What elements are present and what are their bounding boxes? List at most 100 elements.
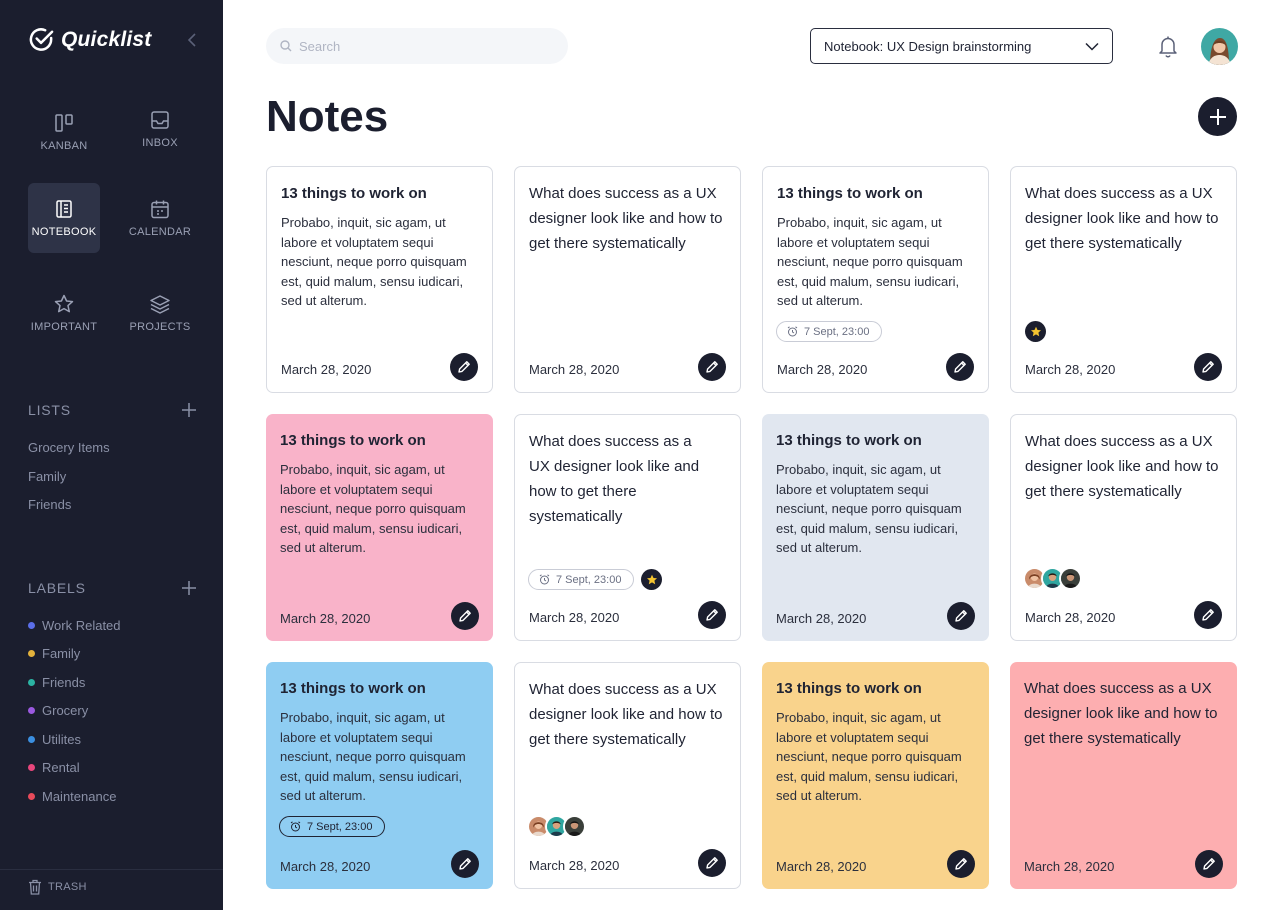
edit-note-button[interactable] xyxy=(1195,850,1223,878)
notebook-icon xyxy=(56,200,72,218)
note-body: Probabo, inquit, sic agam, ut labore et … xyxy=(280,710,466,803)
pencil-icon xyxy=(459,858,471,870)
note-card[interactable]: What does success as a UX designer look … xyxy=(1010,414,1237,641)
important-star-icon[interactable] xyxy=(641,569,662,590)
note-card[interactable]: 13 things to work on Probabo, inquit, si… xyxy=(762,414,989,641)
list-item-grocery-items[interactable]: Grocery Items xyxy=(28,440,110,455)
label-color-dot xyxy=(28,707,35,714)
calendar-icon xyxy=(151,200,169,219)
label-color-dot xyxy=(28,650,35,657)
note-date: March 28, 2020 xyxy=(1025,610,1116,625)
labels-title: LABELS xyxy=(28,580,86,596)
note-card[interactable]: What does success as a UX designer look … xyxy=(1010,662,1237,889)
important-star-icon[interactable] xyxy=(1025,321,1046,342)
note-date: March 28, 2020 xyxy=(1024,859,1115,874)
reminder-chip[interactable]: 7 Sept, 23:00 xyxy=(279,816,386,837)
collaborators[interactable] xyxy=(527,815,586,838)
edit-note-button[interactable] xyxy=(698,849,726,877)
note-body: Probabo, inquit, sic agam, ut labore et … xyxy=(776,710,962,803)
nav-projects[interactable]: PROJECTS xyxy=(124,278,196,348)
label-item-grocery[interactable]: Grocery xyxy=(28,703,88,718)
label-item-maintenance[interactable]: Maintenance xyxy=(28,789,116,804)
notebook-select[interactable]: Notebook: UX Design brainstorming xyxy=(810,28,1113,64)
edit-note-button[interactable] xyxy=(1194,353,1222,381)
note-body: Probabo, inquit, sic agam, ut labore et … xyxy=(280,462,466,555)
note-date: March 28, 2020 xyxy=(529,362,620,377)
note-title: 13 things to work on xyxy=(280,680,426,697)
label-item-utilites[interactable]: Utilites xyxy=(28,732,81,747)
add-label-icon[interactable] xyxy=(180,579,198,597)
note-card[interactable]: 13 things to work on Probabo, inquit, si… xyxy=(266,166,493,393)
label-name: Friends xyxy=(42,675,86,690)
note-question: What does success as a UX designer look … xyxy=(529,681,723,748)
label-name: Family xyxy=(42,646,81,661)
note-card[interactable]: What does success as a UX designer look … xyxy=(514,166,741,393)
reminder-chip[interactable]: 7 Sept, 23:00 xyxy=(776,321,883,342)
reminder-text: 7 Sept, 23:00 xyxy=(556,573,622,586)
chevron-down-icon xyxy=(1085,42,1099,51)
nav-kanban[interactable]: KANBAN xyxy=(28,97,100,167)
edit-note-button[interactable] xyxy=(946,353,974,381)
notifications-bell-icon[interactable] xyxy=(1157,34,1179,58)
edit-note-button[interactable] xyxy=(1194,601,1222,629)
label-item-family[interactable]: Family xyxy=(28,646,80,661)
list-item-friends[interactable]: Friends xyxy=(28,497,71,512)
nav-inbox[interactable]: INBOX xyxy=(124,94,196,164)
pencil-icon xyxy=(459,610,471,622)
nav-notebook[interactable]: NOTEBOOK xyxy=(28,183,100,253)
app-logo[interactable]: Quicklist xyxy=(28,26,152,53)
note-question: What does success as a UX designer look … xyxy=(1025,433,1219,500)
note-date: March 28, 2020 xyxy=(1025,362,1116,377)
reminder-chip[interactable]: 7 Sept, 23:00 xyxy=(528,569,635,590)
edit-note-button[interactable] xyxy=(450,353,478,381)
add-note-button[interactable] xyxy=(1198,97,1237,136)
label-name: Rental xyxy=(42,760,80,775)
note-card[interactable]: What does success as a UX designer look … xyxy=(514,414,741,641)
note-card[interactable]: What does success as a UX designer look … xyxy=(1010,166,1237,393)
divider xyxy=(0,869,223,870)
label-item-rental[interactable]: Rental xyxy=(28,760,80,775)
page-title: Notes xyxy=(266,92,389,141)
layers-icon xyxy=(150,295,170,314)
notebook-select-value: Notebook: UX Design brainstorming xyxy=(824,38,1032,54)
add-list-icon[interactable] xyxy=(180,401,198,419)
note-card[interactable]: 13 things to work on Probabo, inquit, si… xyxy=(762,166,989,393)
edit-note-button[interactable] xyxy=(451,850,479,878)
note-card[interactable]: 13 things to work on Probabo, inquit, si… xyxy=(266,414,493,641)
label-item-friends[interactable]: Friends xyxy=(28,675,85,690)
note-question: What does success as a UX designer look … xyxy=(529,433,700,525)
label-color-dot xyxy=(28,736,35,743)
nav-important[interactable]: IMPORTANT xyxy=(28,278,100,348)
nav-notebook-label: NOTEBOOK xyxy=(31,226,97,238)
note-question: What does success as a UX designer look … xyxy=(1025,185,1219,252)
note-title: 13 things to work on xyxy=(281,185,427,202)
edit-note-button[interactable] xyxy=(947,850,975,878)
label-item-work-related[interactable]: Work Related xyxy=(28,618,121,633)
plus-icon xyxy=(1209,108,1226,125)
edit-note-button[interactable] xyxy=(698,353,726,381)
note-body: Probabo, inquit, sic agam, ut labore et … xyxy=(776,462,962,555)
collaborators[interactable] xyxy=(1023,567,1082,590)
note-title: 13 things to work on xyxy=(777,185,923,202)
note-card[interactable]: 13 things to work on Probabo, inquit, si… xyxy=(266,662,493,889)
collapse-sidebar-icon[interactable] xyxy=(185,30,199,50)
label-name: Utilites xyxy=(42,732,82,747)
pencil-icon xyxy=(1202,609,1214,621)
note-body: Probabo, inquit, sic agam, ut labore et … xyxy=(777,215,963,308)
trash-link[interactable]: TRASH xyxy=(28,879,87,895)
edit-note-button[interactable] xyxy=(698,601,726,629)
note-date: March 28, 2020 xyxy=(280,859,371,874)
list-item-family[interactable]: Family xyxy=(28,469,66,484)
nav-calendar[interactable]: CALENDAR xyxy=(124,183,196,253)
label-color-dot xyxy=(28,622,35,629)
search-bar[interactable] xyxy=(266,28,568,64)
edit-note-button[interactable] xyxy=(451,602,479,630)
sidebar: Quicklist KANBAN INBOX NOTEBOOK CALENDAR… xyxy=(0,0,223,910)
edit-note-button[interactable] xyxy=(947,602,975,630)
search-icon xyxy=(280,40,292,52)
user-avatar[interactable] xyxy=(1201,28,1238,65)
note-card[interactable]: What does success as a UX designer look … xyxy=(514,662,741,889)
search-input[interactable] xyxy=(299,38,549,54)
nav-projects-label: PROJECTS xyxy=(129,321,191,333)
note-card[interactable]: 13 things to work on Probabo, inquit, si… xyxy=(762,662,989,889)
